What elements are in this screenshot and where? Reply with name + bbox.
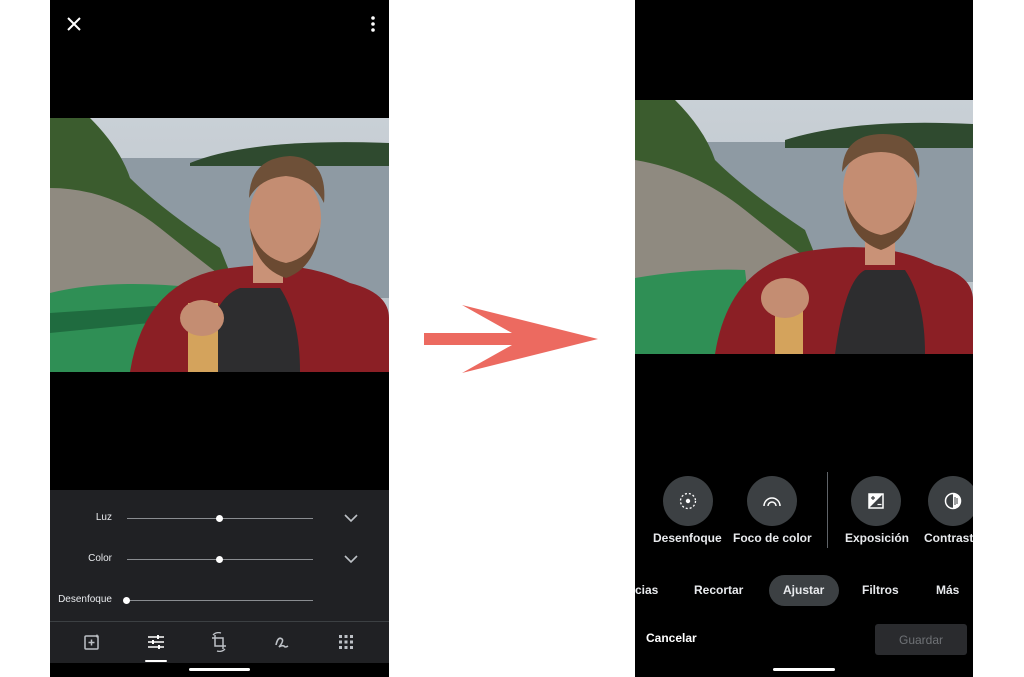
slider-label: Color bbox=[88, 553, 112, 564]
add-photo-icon bbox=[84, 634, 99, 650]
slider-row-desenfoque: Desenfoque bbox=[50, 590, 389, 610]
right-phone-screen: Desenfoque Foco de color Exposición Cont… bbox=[635, 0, 973, 677]
close-icon bbox=[67, 17, 81, 31]
cancel-button[interactable]: Cancelar bbox=[646, 631, 697, 645]
active-tool-indicator bbox=[145, 660, 167, 662]
color-focus-icon bbox=[763, 497, 781, 507]
tool-label: Foco de color bbox=[733, 531, 812, 545]
tool-more[interactable] bbox=[334, 630, 358, 654]
chevron-down-icon[interactable] bbox=[343, 510, 359, 526]
slider-knob[interactable] bbox=[123, 597, 130, 604]
adjust-panel: Luz Color Desenfoque bbox=[50, 490, 389, 621]
photo-preview bbox=[50, 118, 389, 372]
tab-recortar[interactable]: Recortar bbox=[694, 583, 743, 597]
more-options-button[interactable] bbox=[363, 13, 383, 35]
tool-markup[interactable] bbox=[270, 630, 294, 654]
left-phone-screen: Luz Color Desenfoque bbox=[50, 0, 389, 677]
tab-ajustar[interactable]: Ajustar bbox=[783, 583, 824, 597]
tool-desenfoque-button[interactable] bbox=[663, 476, 713, 526]
slider-label: Desenfoque bbox=[58, 594, 112, 605]
tab-sugerencias[interactable]: cias bbox=[635, 583, 658, 597]
more-tools-icon bbox=[339, 635, 353, 649]
tab-filtros[interactable]: Filtros bbox=[862, 583, 899, 597]
markup-icon bbox=[275, 637, 289, 648]
editor-toolbar bbox=[50, 621, 389, 663]
arrow-right-icon bbox=[424, 305, 598, 373]
slider-knob[interactable] bbox=[216, 515, 223, 522]
tool-label: Desenfoque bbox=[653, 531, 722, 545]
contrast-icon bbox=[944, 492, 962, 510]
tool-foco-de-color-button[interactable] bbox=[747, 476, 797, 526]
chevron-down-icon[interactable] bbox=[343, 551, 359, 567]
close-button[interactable] bbox=[64, 14, 84, 34]
tool-suggestions[interactable] bbox=[80, 630, 104, 654]
tool-label: Contrast bbox=[924, 531, 973, 545]
home-indicator[interactable] bbox=[189, 668, 250, 671]
crop-rotate-icon bbox=[212, 632, 226, 652]
slider-knob[interactable] bbox=[216, 556, 223, 563]
slider-row-color: Color bbox=[50, 549, 389, 569]
tools-divider bbox=[827, 472, 828, 548]
blur-icon bbox=[679, 492, 697, 510]
tool-crop[interactable] bbox=[207, 630, 231, 654]
tab-mas[interactable]: Más bbox=[936, 583, 959, 597]
save-button[interactable]: Guardar bbox=[875, 624, 967, 655]
tool-exposicion-button[interactable] bbox=[851, 476, 901, 526]
tool-adjust[interactable] bbox=[144, 630, 168, 654]
home-indicator[interactable] bbox=[773, 668, 835, 671]
exposure-icon bbox=[868, 493, 884, 509]
slider-row-luz: Luz bbox=[50, 508, 389, 528]
photo-preview bbox=[635, 100, 973, 354]
slider-label: Luz bbox=[95, 512, 112, 523]
more-vert-icon bbox=[371, 16, 375, 32]
adjust-sliders-icon bbox=[148, 635, 164, 649]
tool-label: Exposición bbox=[845, 531, 910, 545]
slider-track[interactable] bbox=[127, 600, 313, 601]
tool-contraste-button[interactable] bbox=[928, 476, 973, 526]
